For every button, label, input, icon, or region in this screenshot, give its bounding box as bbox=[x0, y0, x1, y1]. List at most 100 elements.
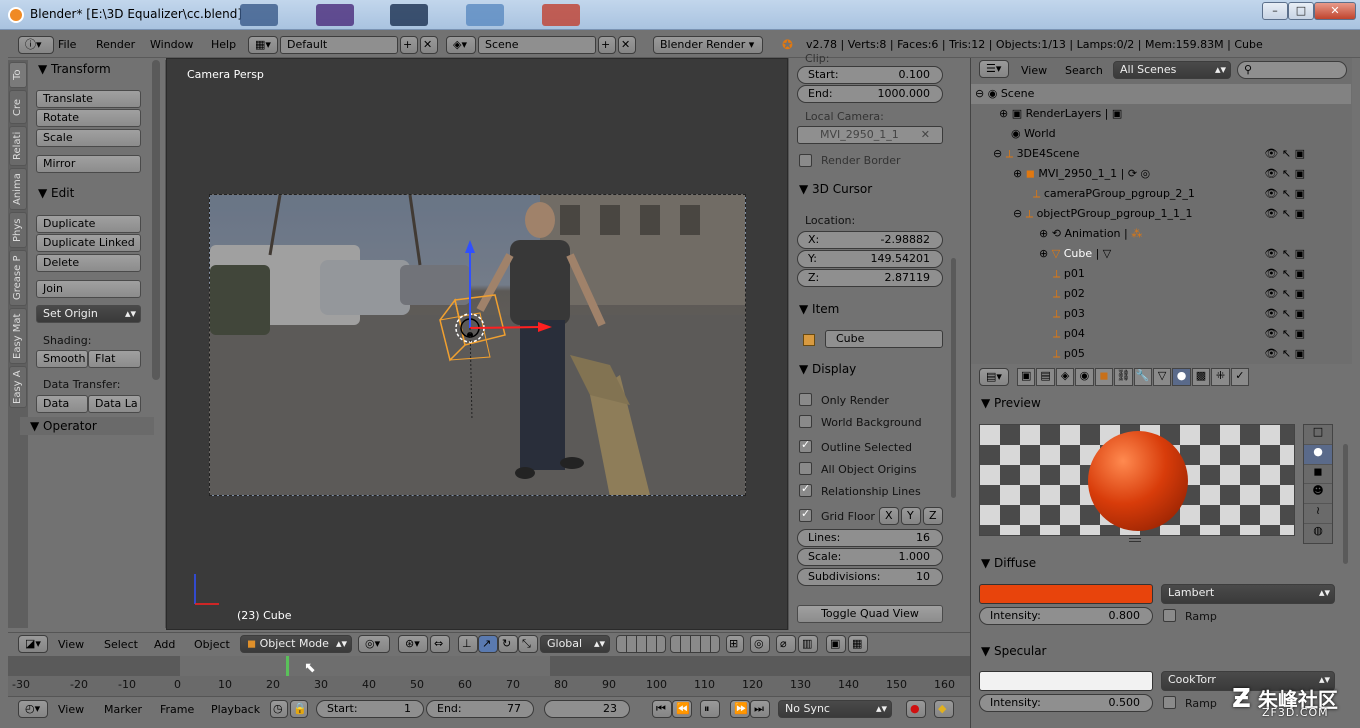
lock-layers-icon[interactable]: ⊞ bbox=[726, 635, 744, 653]
lock-range-icon[interactable]: 🔒 bbox=[290, 700, 308, 718]
rotate-manipulator-icon[interactable]: ↻ bbox=[498, 635, 518, 653]
preview-resize-handle[interactable] bbox=[1129, 538, 1141, 542]
frame-start-field[interactable]: Start: 1 bbox=[316, 700, 424, 718]
outline-selected-checkbox[interactable] bbox=[799, 438, 812, 453]
operator-panel-header[interactable]: ▼ Operator bbox=[20, 417, 154, 435]
3d-viewport[interactable]: Camera Persp (23) Cube bbox=[166, 58, 788, 630]
object-tab-icon[interactable]: ◼ bbox=[1094, 368, 1114, 386]
timeline-view-menu[interactable]: View bbox=[58, 703, 84, 716]
taskbar-thumb-icon[interactable] bbox=[316, 4, 354, 26]
tab-create[interactable]: Cre bbox=[9, 90, 27, 124]
taskbar-thumb-icon[interactable] bbox=[390, 4, 428, 26]
display-panel-header[interactable]: ▼ Display bbox=[799, 360, 856, 378]
scene-icon[interactable]: ◈▾ bbox=[446, 36, 476, 54]
outliner-row-object-pgroup[interactable]: ⊖ ⟂ objectPGroup_pgroup_1_1_1 👁 ↖ ▣ bbox=[971, 204, 1351, 224]
layer-buttons-2[interactable] bbox=[670, 635, 720, 653]
timeline[interactable]: ⬉ -30 -20 -10 0 10 20 30 40 50 60 70 80 … bbox=[8, 656, 970, 696]
scale-manipulator-icon[interactable]: ⤡ bbox=[518, 635, 538, 653]
particles-tab-icon[interactable]: ⁜ bbox=[1211, 368, 1230, 386]
outliner-row-camera-pgroup[interactable]: ⟂ cameraPGroup_pgroup_2_1 👁 ↖ ▣ bbox=[971, 184, 1351, 204]
remove-scene-icon[interactable]: ✕ bbox=[618, 36, 636, 54]
grid-axis-x-toggle[interactable]: X bbox=[879, 507, 899, 525]
jump-end-icon[interactable]: ⏭ bbox=[750, 700, 770, 718]
sync-mode-select[interactable]: No Sync ▴▾ bbox=[778, 700, 892, 718]
preview-range-icon[interactable]: ◷ bbox=[270, 700, 288, 718]
grid-scale-field[interactable]: Scale: 1.000 bbox=[797, 548, 943, 566]
preview-flat-icon[interactable]: □ bbox=[1304, 425, 1332, 445]
cursor-x-field[interactable]: X: -2.98882 bbox=[797, 231, 943, 249]
interaction-mode-select[interactable]: ◼ Object Mode ▴▾ bbox=[240, 635, 352, 653]
outliner-row-3de4scene[interactable]: ⊖ ⟂ 3DE4Scene 👁 ↖ ▣ bbox=[971, 144, 1351, 164]
pivot-point-icon[interactable]: ⊛▾ bbox=[398, 635, 428, 653]
preview-sky-icon[interactable]: ◍ bbox=[1304, 524, 1332, 543]
diffuse-panel-header[interactable]: ▼ Diffuse bbox=[981, 554, 1341, 572]
translate-button[interactable]: Translate bbox=[36, 90, 141, 108]
outliner-row-p05[interactable]: ⟂ p05 👁 ↖ ▣ bbox=[971, 344, 1351, 364]
frame-end-field[interactable]: End: 77 bbox=[426, 700, 534, 718]
item-panel-header[interactable]: ▼ Item bbox=[799, 300, 839, 318]
keyframe-icon[interactable]: ◆ bbox=[934, 700, 954, 718]
data-layout-button[interactable]: Data La bbox=[88, 395, 141, 413]
outliner-editor-type[interactable]: ☰▾ bbox=[979, 60, 1009, 78]
diffuse-ramp-checkbox[interactable] bbox=[1163, 609, 1176, 622]
viewport-add-menu[interactable]: Add bbox=[154, 638, 175, 651]
timeline-frame-menu[interactable]: Frame bbox=[160, 703, 194, 716]
preview-cube-icon[interactable]: ◼ bbox=[1304, 465, 1332, 485]
duplicate-linked-button[interactable]: Duplicate Linked bbox=[36, 234, 141, 252]
outliner-row-p01[interactable]: ⟂ p01 👁 ↖ ▣ bbox=[971, 264, 1351, 284]
scene-tab-icon[interactable]: ◈ bbox=[1055, 368, 1075, 386]
menu-file[interactable]: File bbox=[58, 38, 76, 51]
viewport-select-menu[interactable]: Select bbox=[104, 638, 138, 651]
edit-panel-header[interactable]: ▼ Edit bbox=[38, 184, 74, 202]
layer-buttons-1[interactable] bbox=[616, 635, 666, 653]
outliner-row-p03[interactable]: ⟂ p03 👁 ↖ ▣ bbox=[971, 304, 1351, 324]
editor-type-button[interactable]: ⓘ▾ bbox=[18, 36, 54, 54]
tab-tools[interactable]: To bbox=[9, 62, 27, 88]
properties-editor-type[interactable]: ▤▾ bbox=[979, 368, 1009, 386]
menu-help[interactable]: Help bbox=[211, 38, 236, 51]
only-render-checkbox[interactable] bbox=[799, 393, 812, 406]
join-button[interactable]: Join bbox=[36, 280, 141, 298]
current-frame-field[interactable]: 23 bbox=[544, 700, 630, 718]
preview-hair-icon[interactable]: ≀ bbox=[1304, 504, 1332, 525]
npanel-scrollbar[interactable] bbox=[951, 258, 956, 498]
tab-physics[interactable]: Phys bbox=[9, 212, 27, 248]
world-background-checkbox[interactable] bbox=[799, 415, 812, 428]
constraints-tab-icon[interactable]: ⛓ bbox=[1114, 368, 1133, 386]
diffuse-intensity-field[interactable]: Intensity: 0.800 bbox=[979, 607, 1153, 625]
preview-monkey-icon[interactable]: ☻ bbox=[1304, 484, 1332, 505]
rotate-button[interactable]: Rotate bbox=[36, 109, 141, 127]
tab-easy-a[interactable]: Easy A bbox=[9, 366, 27, 408]
snap-icon[interactable]: ⌀ bbox=[776, 635, 796, 653]
outliner-row-world[interactable]: ◉ World bbox=[971, 124, 1351, 144]
outliner-row-animation[interactable]: ⊕ ⟲ Animation | ⁂ bbox=[971, 224, 1351, 244]
specular-color-swatch[interactable] bbox=[979, 671, 1153, 691]
close-button[interactable]: ✕ bbox=[1314, 2, 1356, 20]
toggle-quad-view-button[interactable]: Toggle Quad View bbox=[797, 605, 943, 623]
outliner-row-p04[interactable]: ⟂ p04 👁 ↖ ▣ bbox=[971, 324, 1351, 344]
scale-button[interactable]: Scale bbox=[36, 129, 141, 147]
opengl-anim-icon[interactable]: ▦ bbox=[848, 635, 868, 653]
mirror-button[interactable]: Mirror bbox=[36, 155, 141, 173]
world-tab-icon[interactable]: ◉ bbox=[1075, 368, 1094, 386]
opengl-render-icon[interactable]: ▣ bbox=[826, 635, 846, 653]
add-screen-icon[interactable]: + bbox=[400, 36, 418, 54]
taskbar-thumb-icon[interactable] bbox=[240, 4, 278, 26]
jump-keyframe-forward-icon[interactable]: ⏩ bbox=[730, 700, 750, 718]
maximize-button[interactable]: □ bbox=[1288, 2, 1314, 20]
current-frame-indicator[interactable] bbox=[286, 656, 289, 676]
grid-lines-field[interactable]: Lines: 16 bbox=[797, 529, 943, 547]
viewport-object-menu[interactable]: Object bbox=[194, 638, 230, 651]
outliner-row-renderlayers[interactable]: ⊕ ▣ RenderLayers | ▣ bbox=[971, 104, 1351, 124]
outliner-search-menu[interactable]: Search bbox=[1065, 64, 1103, 77]
add-scene-icon[interactable]: + bbox=[598, 36, 616, 54]
clip-start-field[interactable]: Start: 0.100 bbox=[797, 66, 943, 84]
physics-tab-icon[interactable]: ✓ bbox=[1230, 368, 1250, 386]
manipulator-icon[interactable]: ⊥ bbox=[458, 635, 478, 653]
flat-button[interactable]: Flat bbox=[88, 350, 141, 368]
pause-icon[interactable]: ⏸ bbox=[700, 700, 720, 718]
relationship-lines-checkbox[interactable] bbox=[799, 482, 812, 497]
screen-layout-icon[interactable]: ▦▾ bbox=[248, 36, 278, 54]
diffuse-shader-select[interactable]: Lambert ▴▾ bbox=[1161, 584, 1335, 604]
set-origin-select[interactable]: Set Origin ▴▾ bbox=[36, 305, 141, 323]
